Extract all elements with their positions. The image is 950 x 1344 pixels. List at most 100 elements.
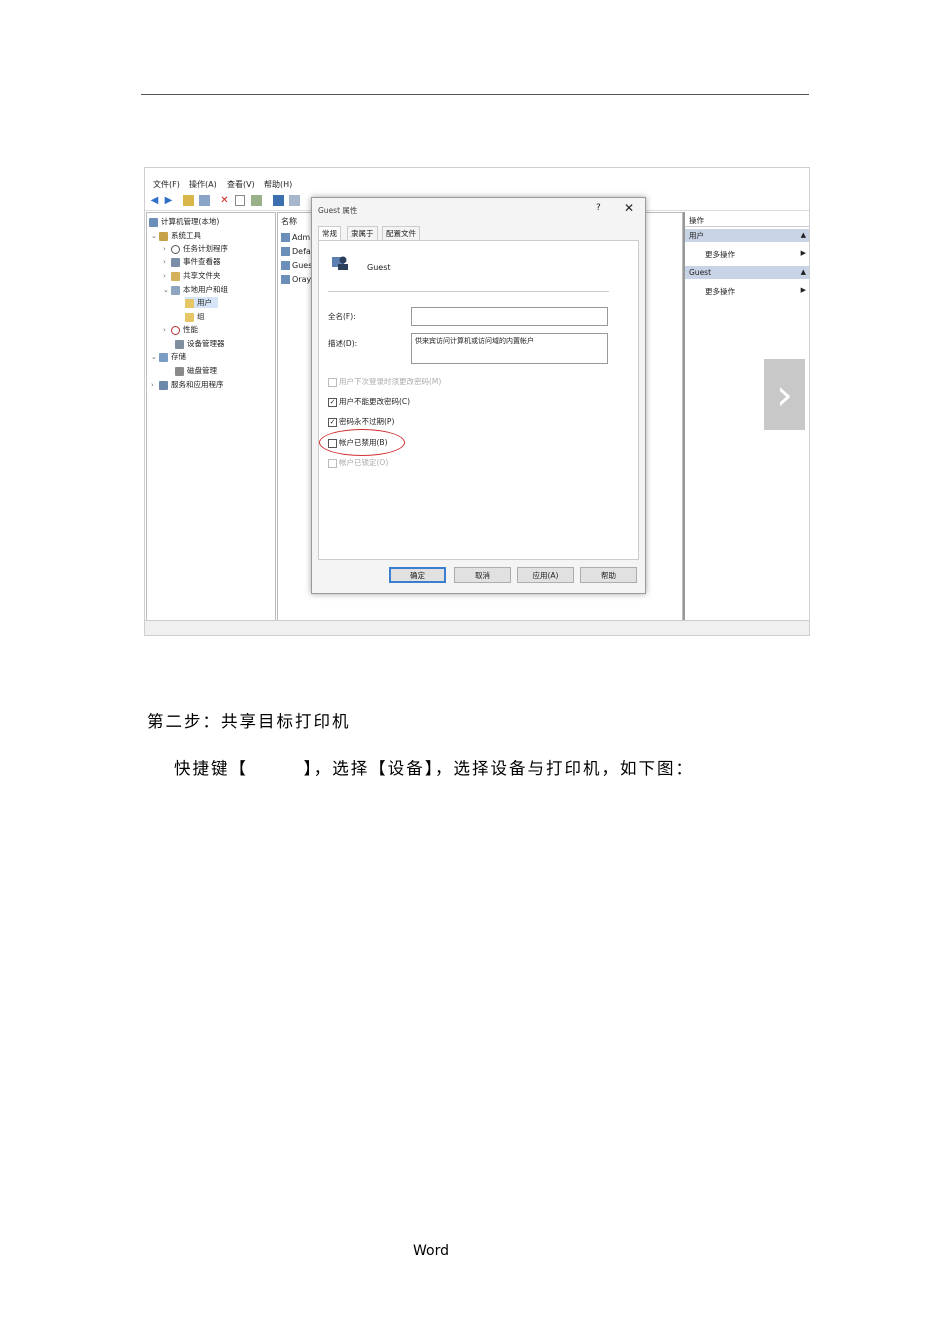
user-icon (281, 261, 290, 270)
list-item[interactable]: Admi (281, 233, 312, 242)
actions-header: 操作 (685, 214, 809, 227)
tab-general[interactable]: 常规 (318, 226, 341, 241)
checkbox-checked-icon: ✓ (328, 417, 337, 427)
tree-item-task-scheduler[interactable]: › 任务计划程序 (163, 243, 228, 254)
users-icon (171, 285, 180, 295)
forward-icon[interactable]: ▶ (163, 195, 174, 206)
checkbox-icon (328, 377, 337, 387)
delete-icon[interactable]: ✕ (219, 195, 230, 206)
menu-action[interactable]: 操作(A) (189, 179, 217, 190)
menu-help[interactable]: 帮助(H) (264, 179, 292, 190)
instruction-paragraph: 快捷键【 】，选择【设备】，选择设备与打印机，如下图： (174, 759, 694, 778)
tree-item-local-users-groups[interactable]: ⌄ 本地用户和组 (163, 284, 228, 295)
next-slide-arrow[interactable]: › (764, 359, 805, 430)
tree-item-disk-management[interactable]: 磁盘管理 (175, 365, 217, 376)
tree-item-performance[interactable]: › 性能 (163, 324, 198, 335)
menu-file[interactable]: 文件(F) (153, 179, 180, 190)
folder-icon (185, 298, 194, 308)
chevron-right-icon: › (163, 272, 166, 280)
chevron-down-icon: ⌄ (151, 232, 157, 240)
dialog-title: Guest 属性 (318, 206, 358, 215)
submenu-arrow-icon: ▶ (800, 286, 806, 294)
tree-item-users[interactable]: 用户 (185, 297, 218, 308)
cancel-button[interactable]: 取消 (454, 567, 511, 583)
submenu-arrow-icon: ▶ (800, 249, 806, 257)
fullname-label: 全名(F): (328, 312, 356, 321)
tree-item-services-apps[interactable]: › 服务和应用程序 (151, 379, 224, 390)
chevron-right-icon: › (163, 326, 166, 334)
user-icon (281, 275, 290, 284)
tree-item-event-viewer[interactable]: › 事件查看器 (163, 256, 221, 267)
user-icon (281, 233, 290, 242)
tree-item-shared-folders[interactable]: › 共享文件夹 (163, 270, 221, 281)
step-heading: 第二步：共享目标打印机 (147, 712, 351, 731)
up-folder-icon[interactable] (183, 195, 194, 206)
tab-profile[interactable]: 配置文件 (382, 226, 420, 240)
list-item[interactable]: Defa (281, 247, 311, 256)
chevron-right-icon: › (163, 245, 166, 253)
navigation-tree: 计算机管理(本地) ⌄ 系统工具 › 任务计划程序 › 事件查看器 › 共享文件夹 ⌄ 本… (146, 212, 276, 622)
fullname-field[interactable] (411, 307, 608, 326)
checkbox-password-never-expires[interactable]: ✓ 密码永不过期(P) (328, 416, 394, 427)
chevron-right-icon: › (163, 258, 166, 266)
list-item[interactable]: Gues (281, 261, 312, 270)
back-icon[interactable]: ◀ (149, 195, 160, 206)
chevron-right-icon: › (151, 381, 154, 389)
username-label: Guest (367, 263, 391, 272)
tree-item-system-tools[interactable]: ⌄ 系统工具 (151, 230, 201, 241)
menu-bar: 文件(F) 操作(A) 查看(V) 帮助(H) (145, 176, 809, 192)
dialog-close-button[interactable]: ✕ (624, 201, 634, 215)
apply-button[interactable]: 应用(A) (517, 567, 574, 583)
chevron-down-icon: ⌄ (163, 286, 169, 294)
disk-icon (175, 366, 184, 376)
tree-item-computer-management[interactable]: 计算机管理(本地) (149, 216, 219, 227)
checkbox-account-locked[interactable]: 帐户已锁定(O) (328, 457, 388, 468)
tree-item-storage[interactable]: ⌄ 存储 (151, 351, 186, 362)
checkbox-icon (328, 458, 337, 468)
properties-icon[interactable] (235, 195, 245, 206)
tab-member-of[interactable]: 隶属于 (347, 226, 378, 240)
shared-folder-icon (171, 271, 180, 281)
divider (328, 291, 609, 292)
collapse-icon: ▲ (800, 268, 806, 276)
user-icon (281, 247, 290, 256)
view-icon[interactable] (289, 195, 300, 206)
actions-section-guest[interactable]: Guest ▲ (685, 266, 809, 279)
checkbox-checked-icon: ✓ (328, 397, 337, 407)
description-field[interactable]: 供来宾访问计算机或访问域的内置帐户 (411, 333, 608, 364)
show-hide-tree-icon[interactable] (199, 195, 210, 206)
header-rule (141, 94, 809, 95)
general-tab-panel: Guest 全名(F): 描述(D): 供来宾访问计算机或访问域的内置帐户 用户… (318, 240, 639, 560)
export-icon[interactable] (251, 195, 262, 206)
help-button[interactable]: 帮助 (580, 567, 637, 583)
list-column-name[interactable]: 名称 (281, 216, 297, 227)
ok-button[interactable]: 确定 (389, 567, 446, 583)
action-more-guest[interactable]: 更多操作 (705, 286, 735, 297)
event-viewer-icon (171, 257, 180, 267)
highlight-circle (319, 429, 405, 456)
action-more-users[interactable]: 更多操作 (705, 249, 735, 260)
services-icon (159, 380, 168, 390)
tree-item-device-manager[interactable]: 设备管理器 (175, 338, 225, 349)
tree-item-groups[interactable]: 组 (185, 311, 205, 322)
clock-icon (171, 244, 180, 254)
list-item[interactable]: Oray (281, 275, 311, 284)
storage-icon (159, 352, 168, 362)
menu-view[interactable]: 查看(V) (227, 179, 255, 190)
tools-icon (159, 231, 168, 241)
status-bar (145, 620, 809, 635)
folder-icon (185, 312, 194, 322)
page-footer: Word (413, 1243, 449, 1259)
device-manager-icon (175, 339, 184, 349)
chevron-down-icon: ⌄ (151, 353, 157, 361)
checkbox-change-password-next-logon[interactable]: 用户下次登录时须更改密码(M) (328, 376, 441, 387)
help-icon[interactable] (273, 195, 284, 206)
guest-properties-dialog: Guest 属性 ? ✕ 常规 隶属于 配置文件 Guest 全名(F): 描述… (311, 197, 646, 594)
actions-section-users[interactable]: 用户 ▲ (685, 229, 809, 242)
user-account-icon (332, 256, 348, 270)
dialog-help-button[interactable]: ? (596, 203, 601, 213)
computer-management-icon (149, 217, 158, 227)
description-label: 描述(D): (328, 339, 358, 348)
checkbox-cannot-change-password[interactable]: ✓ 用户不能更改密码(C) (328, 396, 410, 407)
collapse-icon: ▲ (800, 231, 806, 239)
